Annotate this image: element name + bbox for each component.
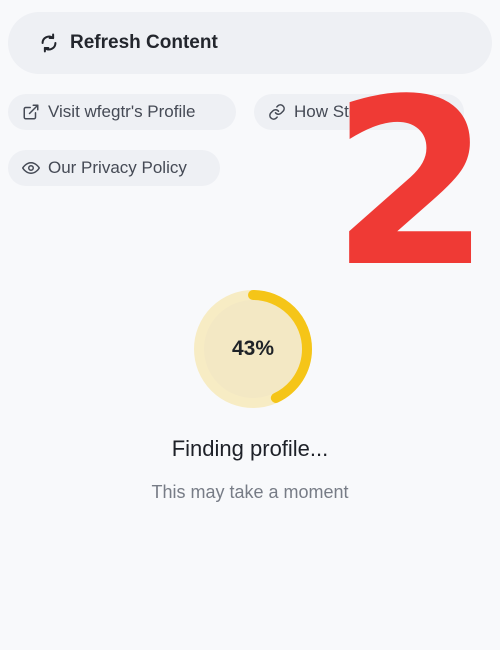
visit-profile-link[interactable]: Visit wfegtr's Profile <box>8 94 236 130</box>
overlay-number: 2 <box>330 90 492 280</box>
progress-ring: 43% <box>192 288 314 410</box>
refresh-content-button[interactable]: Refresh Content <box>8 12 492 74</box>
refresh-content-label: Refresh Content <box>70 32 218 53</box>
eye-icon <box>22 159 40 177</box>
privacy-policy-link[interactable]: Our Privacy Policy <box>8 150 220 186</box>
status-subtitle: This may take a moment <box>151 482 349 502</box>
status-title: Finding profile... <box>171 436 329 461</box>
link-icon <box>268 103 286 121</box>
external-link-icon <box>22 103 40 121</box>
privacy-policy-label: Our Privacy Policy <box>48 158 187 177</box>
progress-percent: 43% <box>231 337 275 360</box>
refresh-icon <box>38 32 60 54</box>
visit-profile-label: Visit wfegtr's Profile <box>48 102 196 121</box>
